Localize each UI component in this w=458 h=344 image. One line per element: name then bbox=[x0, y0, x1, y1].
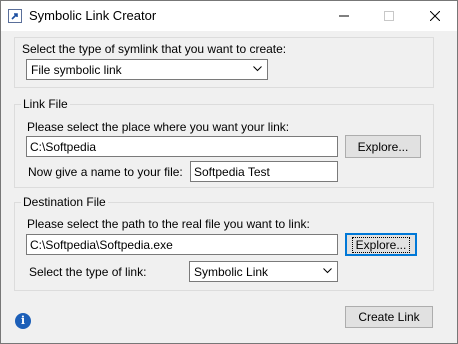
link-type-select[interactable]: Symbolic Link bbox=[189, 261, 338, 282]
link-name-value: Softpedia Test bbox=[194, 165, 270, 179]
symlink-type-group: Select the type of symlink that you want… bbox=[14, 37, 434, 88]
destination-path-label: Please select the path to the real file … bbox=[27, 217, 310, 231]
link-name-label: Now give a name to your file: bbox=[28, 165, 183, 179]
link-explore-label: Explore... bbox=[357, 139, 409, 154]
close-icon bbox=[429, 11, 440, 21]
symlink-type-value: File symbolic link bbox=[31, 63, 122, 77]
symlink-type-select[interactable]: File symbolic link bbox=[26, 59, 268, 80]
minimize-icon bbox=[338, 15, 349, 17]
destination-path-value: C:\Softpedia\Softpedia.exe bbox=[30, 238, 173, 252]
link-type-value: Symbolic Link bbox=[194, 265, 269, 279]
link-name-input[interactable]: Softpedia Test bbox=[190, 161, 338, 182]
maximize-button[interactable] bbox=[366, 1, 411, 31]
link-type-label: Select the type of link: bbox=[29, 265, 147, 279]
info-icon[interactable]: i bbox=[15, 313, 31, 329]
link-place-value: C:\Softpedia bbox=[30, 140, 97, 154]
link-explore-button[interactable]: Explore... bbox=[345, 135, 421, 158]
destination-explore-label: Explore... bbox=[351, 236, 411, 253]
chevron-down-icon bbox=[253, 66, 262, 72]
app-icon bbox=[8, 9, 22, 23]
create-link-label: Create Link bbox=[358, 310, 420, 324]
close-button[interactable] bbox=[412, 1, 457, 31]
chevron-down-icon bbox=[323, 268, 332, 274]
window-title: Symbolic Link Creator bbox=[29, 8, 157, 23]
link-place-input[interactable]: C:\Softpedia bbox=[26, 136, 338, 157]
create-link-button[interactable]: Create Link bbox=[345, 306, 433, 328]
symlink-type-label: Select the type of symlink that you want… bbox=[22, 42, 287, 56]
app-window: Symbolic Link Creator Select the type of… bbox=[0, 0, 458, 344]
title-bar[interactable]: Symbolic Link Creator bbox=[1, 1, 457, 31]
link-file-group-title: Link File bbox=[21, 97, 70, 111]
destination-file-group-title: Destination File bbox=[21, 195, 108, 209]
destination-path-input[interactable]: C:\Softpedia\Softpedia.exe bbox=[26, 234, 338, 255]
destination-explore-button[interactable]: Explore... bbox=[345, 233, 417, 256]
maximize-icon bbox=[383, 11, 394, 21]
minimize-button[interactable] bbox=[321, 1, 366, 31]
link-place-label: Please select the place where you want y… bbox=[27, 120, 290, 134]
